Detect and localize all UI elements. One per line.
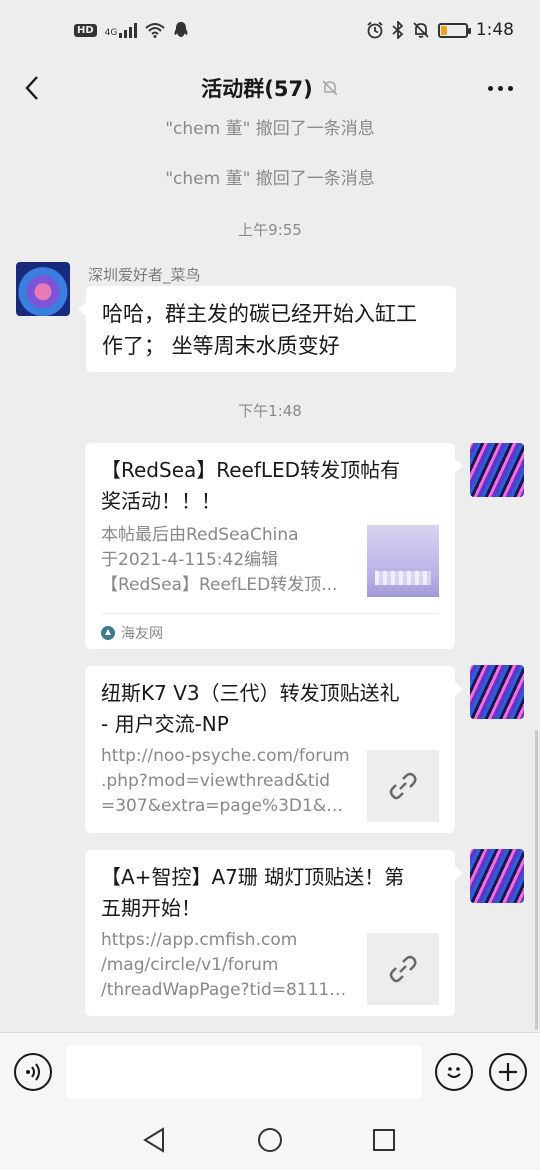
- card-desc-line: 本帖最后由RedSeaChina: [101, 525, 299, 545]
- avatar[interactable]: [16, 262, 70, 316]
- card-source: 海友网: [101, 623, 163, 643]
- add-button[interactable]: [489, 1053, 527, 1091]
- clock-time: 1:48: [475, 20, 514, 40]
- message-input-bar: [0, 1032, 540, 1110]
- system-recent-button[interactable]: [368, 1124, 400, 1156]
- card-source-name: 海友网: [121, 626, 163, 642]
- alarm-icon: [367, 21, 383, 39]
- timestamp: 上午9:55: [238, 221, 302, 239]
- system-navigation-bar: [0, 1110, 540, 1170]
- wifi-icon: [145, 23, 166, 38]
- message-text: 哈哈，群主发的碳已经开始入缸工 作了； 坐等周末水质变好: [86, 286, 456, 374]
- message-line: 作了； 坐等周末水质变好: [102, 334, 340, 358]
- text-message-bubble[interactable]: 哈哈，群主发的碳已经开始入缸工 作了； 坐等周末水质变好: [78, 286, 456, 374]
- network-type: 4G: [104, 28, 118, 38]
- link-icon: [389, 955, 417, 983]
- message-line: 哈哈，群主发的碳已经开始入缸工: [102, 302, 417, 326]
- card-desc-line: /mag/circle/v1/forum: [101, 955, 279, 975]
- voice-icon: [26, 1063, 40, 1081]
- voice-button[interactable]: [14, 1053, 52, 1091]
- avatar[interactable]: [470, 849, 524, 903]
- chat-message-list[interactable]: "chem 董" 撤回了一条消息 "chem 董" 撤回了一条消息 上午9:55…: [0, 116, 540, 1032]
- chevron-left-icon: [25, 76, 38, 100]
- timestamp: 下午1:48: [238, 402, 302, 420]
- link-card-message[interactable]: 【RedSea】ReefLED转发顶帖有 奖活动！！！ 本帖最后由RedSeaC…: [85, 443, 463, 649]
- battery-fill: [440, 25, 448, 35]
- card-desc-line: =307&extra=page%3D1&mo...: [101, 796, 353, 816]
- message-input[interactable]: [66, 1045, 422, 1099]
- system-home-button[interactable]: [254, 1124, 286, 1156]
- avatar[interactable]: [470, 665, 524, 719]
- avatar[interactable]: [470, 443, 524, 497]
- card-divider: [101, 613, 439, 614]
- status-left: HD 4G: [74, 21, 189, 39]
- card-title-line: 【RedSea】ReefLED转发顶帖有: [101, 458, 401, 482]
- qq-icon: [174, 22, 188, 37]
- link-card-message[interactable]: 纽斯K7 V3（三代）转发顶贴送礼 - 用户交流-NP http://noo-p…: [85, 666, 463, 833]
- link-icon: [389, 772, 417, 800]
- card-desc-line: http://noo-psyche.com/forum: [101, 746, 350, 766]
- card-desc-line: https://app.cmfish.com: [101, 930, 298, 950]
- card-thumbnail: [367, 933, 439, 1005]
- link-card-message[interactable]: 【A+智控】A7珊 瑚灯顶贴送！第 五期开始！ https://app.cmfi…: [85, 850, 463, 1016]
- card-title: 【A+智控】A7珊 瑚灯顶贴送！第 五期开始！: [101, 862, 439, 924]
- card-thumbnail: [367, 750, 439, 822]
- card-description: https://app.cmfish.com /mag/circle/v1/fo…: [101, 928, 353, 1003]
- more-dot: [507, 85, 513, 91]
- circle-home-icon: [258, 1128, 282, 1152]
- bluetooth-icon: [392, 21, 404, 39]
- recall-notice: "chem 董" 撤回了一条消息: [165, 119, 375, 139]
- card-desc-line: .php?mod=viewthread&tid: [101, 771, 331, 791]
- status-bar: HD 4G 1:48: [0, 0, 540, 60]
- card-title-line: 奖活动！！！: [101, 489, 221, 513]
- back-button[interactable]: [14, 70, 50, 106]
- square-recent-icon: [373, 1129, 395, 1151]
- chat-title: 活动群(57): [201, 77, 313, 101]
- recall-notice: "chem 董" 撤回了一条消息: [165, 169, 375, 189]
- card-title: 纽斯K7 V3（三代）转发顶贴送礼 - 用户交流-NP: [101, 678, 439, 740]
- bell-off-icon: [321, 79, 339, 97]
- silent-bell-icon: [413, 22, 429, 38]
- card-title-line: 纽斯K7 V3（三代）转发顶贴送礼: [101, 681, 400, 705]
- card-description: http://noo-psyche.com/forum .php?mod=vie…: [101, 744, 353, 819]
- status-right: 1:48: [366, 20, 514, 40]
- system-back-button[interactable]: [138, 1124, 170, 1156]
- hd-badge: HD: [74, 23, 97, 37]
- emoji-button[interactable]: [435, 1053, 473, 1091]
- card-desc-line: /threadWapPage?tid=81119...: [101, 980, 353, 1000]
- chat-header: 活动群(57): [0, 60, 540, 116]
- card-description: 本帖最后由RedSeaChina 于2021-4-115:42编辑 【RedSe…: [101, 523, 353, 598]
- card-title-line: - 用户交流-NP: [101, 712, 229, 736]
- card-desc-line: 【RedSea】ReefLED转发顶...: [101, 575, 338, 595]
- signal-icon: 4G: [105, 22, 138, 38]
- card-title: 【RedSea】ReefLED转发顶帖有 奖活动！！！: [101, 455, 439, 517]
- emoji-icon: [447, 1067, 461, 1078]
- battery-icon: [437, 22, 471, 38]
- card-thumbnail: [367, 525, 439, 597]
- card-title-line: 【A+智控】A7珊 瑚灯顶贴送！第: [101, 865, 405, 889]
- triangle-back-icon: [143, 1127, 164, 1153]
- card-desc-line: 于2021-4-115:42编辑: [101, 550, 279, 570]
- more-dot: [497, 85, 503, 91]
- scrollbar[interactable]: [535, 730, 538, 1030]
- card-title-line: 五期开始！: [101, 896, 201, 920]
- more-button[interactable]: [482, 70, 518, 106]
- more-dot: [487, 85, 493, 91]
- source-logo-icon: [101, 626, 115, 640]
- plus-circle-icon: [499, 1063, 517, 1081]
- sender-name: 深圳爱好者_菜鸟: [88, 266, 201, 284]
